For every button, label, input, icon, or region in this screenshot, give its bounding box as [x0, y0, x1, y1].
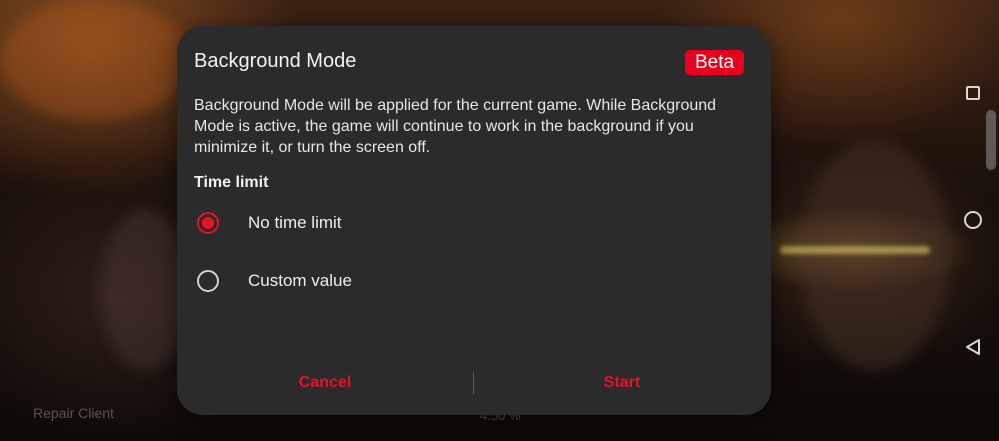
- radio-selected-icon[interactable]: [197, 212, 219, 234]
- background-art: [780, 246, 930, 254]
- background-mode-dialog: Background Mode Beta Background Mode wil…: [177, 26, 771, 415]
- navigation-bar: [955, 0, 999, 441]
- action-divider: [473, 372, 474, 394]
- radio-unselected-icon[interactable]: [197, 270, 219, 292]
- option-label: No time limit: [248, 213, 342, 232]
- dialog-title: Background Mode: [194, 50, 357, 72]
- side-panel-handle[interactable]: [986, 110, 996, 170]
- back-triangle-icon[interactable]: [963, 337, 983, 357]
- recents-square-icon[interactable]: [963, 83, 983, 103]
- option-custom-value[interactable]: Custom value: [197, 266, 597, 296]
- start-button[interactable]: Start: [522, 367, 722, 399]
- repair-client-link[interactable]: Repair Client: [33, 405, 114, 421]
- cancel-button[interactable]: Cancel: [225, 367, 425, 399]
- background-art: [0, 0, 190, 120]
- dialog-actions: Cancel Start: [177, 367, 771, 399]
- dialog-description: Background Mode will be applied for the …: [194, 97, 717, 156]
- beta-badge: Beta: [685, 50, 744, 75]
- home-circle-icon[interactable]: [963, 210, 983, 230]
- option-no-time-limit[interactable]: No time limit: [197, 208, 597, 238]
- time-limit-label: Time limit: [194, 174, 269, 191]
- option-label: Custom value: [248, 271, 352, 290]
- background-art: [800, 140, 950, 370]
